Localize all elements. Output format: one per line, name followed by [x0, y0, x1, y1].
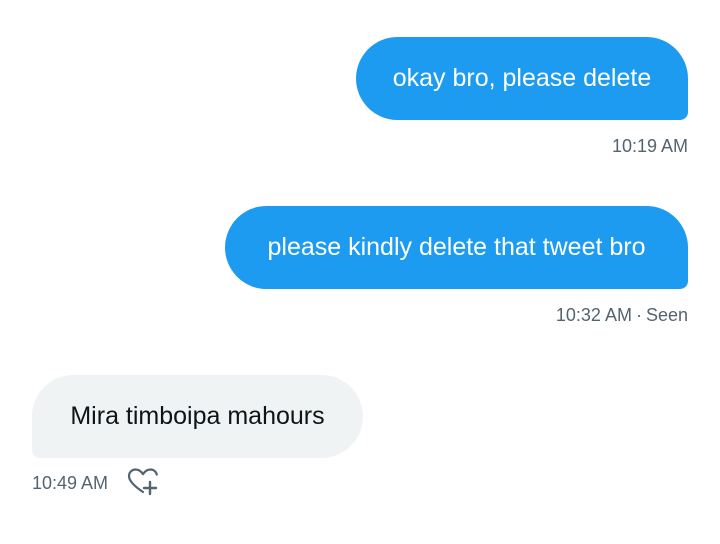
- heart-plus-icon: [127, 468, 158, 496]
- timestamp-text: 10:49 AM: [32, 473, 109, 493]
- incoming-message-bubble[interactable]: Mira timboipa mahours: [32, 375, 363, 458]
- message-text: okay bro, please delete: [392, 64, 652, 92]
- message-meta: 10:32 AM · Seen: [556, 306, 688, 324]
- timestamp-text: 10:19 AM: [611, 136, 688, 156]
- meta-separator: ·: [635, 305, 642, 325]
- read-status: Seen: [645, 305, 688, 325]
- message-text: please kindly delete that tweet bro: [267, 233, 646, 261]
- outgoing-message-bubble[interactable]: please kindly delete that tweet bro: [225, 206, 688, 289]
- message-timestamp: 10:49 AM: [32, 474, 108, 492]
- message-timestamp: 10:19 AM: [612, 137, 688, 155]
- outgoing-message-bubble[interactable]: okay bro, please delete: [356, 37, 688, 120]
- message-text: Mira timboipa mahours: [70, 402, 325, 430]
- timestamp-text: 10:32 AM: [555, 305, 632, 325]
- add-reaction-button[interactable]: [126, 466, 160, 498]
